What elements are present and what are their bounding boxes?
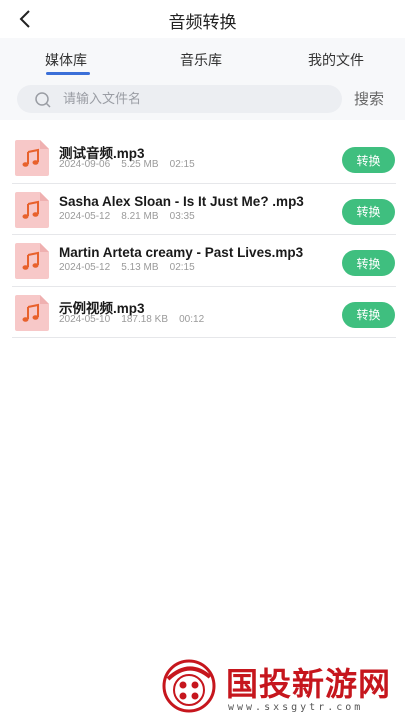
search-button[interactable]: 搜索 — [354, 88, 384, 109]
watermark-url: www.sxsgytr.com — [228, 702, 364, 713]
search-icon — [35, 92, 51, 108]
search-bar: 搜索 — [0, 78, 405, 120]
tab-media-library[interactable]: 媒体库 — [45, 50, 87, 70]
search-box — [17, 85, 342, 113]
file-meta: 2024-09-06 5.25 MB 02:15 — [59, 159, 195, 170]
audio-file-icon — [15, 191, 49, 228]
file-size: 5.25 MB — [121, 159, 159, 170]
file-list: 测试音频.mp3 2024-09-06 5.25 MB 02:15 转换 Sas… — [12, 132, 396, 338]
audio-file-icon — [15, 140, 49, 176]
active-tab-indicator — [46, 72, 90, 75]
file-date: 2024-09-06 — [59, 159, 111, 170]
page-title: 音频转换 — [168, 13, 237, 33]
tab-bar: 媒体库 音乐库 我的文件 — [0, 38, 405, 78]
file-name: Sasha Alex Sloan - Is It Just Me? .mp3 — [59, 193, 304, 209]
file-date: 2024-05-12 — [59, 210, 111, 222]
file-size: 5.13 MB — [121, 262, 159, 273]
list-item[interactable]: 示例视频.mp3 2024-05-10 187.18 KB 00:12 转换 — [12, 287, 396, 338]
convert-button[interactable]: 转换 — [342, 198, 395, 225]
watermark-text: 国投新游网 — [226, 665, 392, 703]
convert-button[interactable]: 转换 — [342, 147, 395, 173]
site-watermark: 国投新游网 www.sxsgytr.com — [160, 657, 405, 720]
file-meta: 2024-05-10 187.18 KB 00:12 — [59, 314, 204, 325]
watermark-logo-icon — [162, 659, 216, 713]
file-meta: 2024-05-12 5.13 MB 02:15 — [59, 262, 195, 273]
audio-file-icon — [15, 243, 49, 279]
tab-my-files[interactable]: 我的文件 — [308, 50, 364, 70]
file-duration: 02:15 — [169, 262, 195, 273]
file-duration: 03:35 — [169, 210, 195, 222]
search-input[interactable] — [63, 85, 333, 113]
file-size: 8.21 MB — [121, 210, 159, 222]
file-date: 2024-05-12 — [59, 262, 111, 273]
file-date: 2024-05-10 — [59, 313, 111, 325]
app-header: 音频转换 — [0, 0, 405, 38]
file-name: Martin Arteta creamy - Past Lives.mp3 — [59, 245, 304, 260]
file-size: 187.18 KB — [121, 313, 168, 325]
file-duration: 00:12 — [179, 313, 205, 325]
file-duration: 02:15 — [169, 159, 195, 170]
file-meta: 2024-05-12 8.21 MB 03:35 — [59, 211, 195, 222]
tab-music-library[interactable]: 音乐库 — [180, 50, 222, 70]
audio-file-icon — [15, 294, 49, 331]
list-item[interactable]: 测试音频.mp3 2024-09-06 5.25 MB 02:15 转换 — [12, 132, 396, 184]
list-item[interactable]: Sasha Alex Sloan - Is It Just Me? .mp3 2… — [12, 184, 396, 235]
convert-button[interactable]: 转换 — [342, 301, 395, 328]
list-item[interactable]: Martin Arteta creamy - Past Lives.mp3 20… — [12, 235, 396, 287]
convert-button[interactable]: 转换 — [342, 250, 395, 276]
